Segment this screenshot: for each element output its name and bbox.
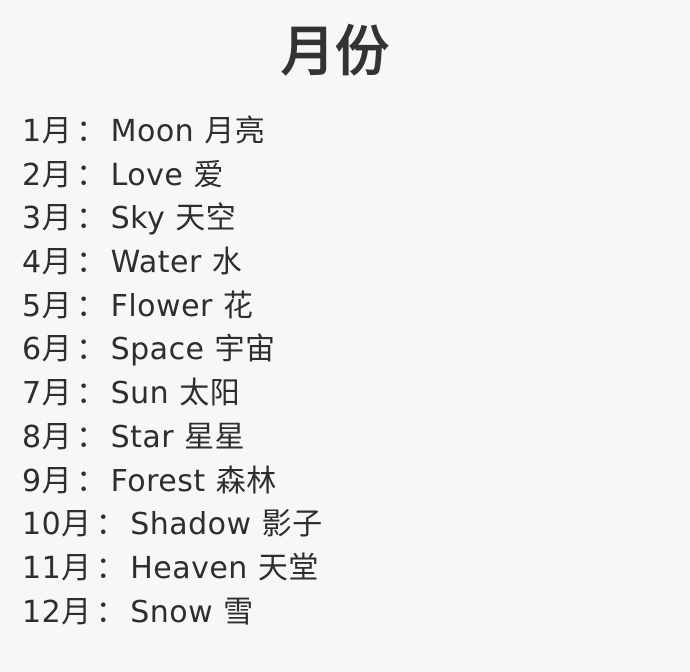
list-item: 10月： Shadow 影子 <box>22 503 323 547</box>
month-label: 1月 <box>22 114 73 149</box>
separator: ： <box>76 114 107 149</box>
month-word: Sun 太阳 <box>110 376 241 412</box>
separator: ： <box>76 463 107 499</box>
document-page: 月份 1月： Moon 月亮 2月： Love 爱 3月： Sky 天空 4月： Wat… <box>0 0 690 672</box>
month-label: 7月 <box>22 376 73 412</box>
separator: ： <box>76 201 107 237</box>
month-label: 3月 <box>22 201 73 237</box>
month-label: 10月 <box>22 507 92 543</box>
month-word: Heaven 天堂 <box>130 550 319 586</box>
month-word: Flower 花 <box>110 288 254 324</box>
list-item: 6月： Space 宇宙 <box>22 328 323 372</box>
list-item: 11月： Heaven 天堂 <box>22 547 323 591</box>
month-label: 8月 <box>22 419 73 455</box>
separator: ： <box>95 507 127 543</box>
separator: ： <box>76 332 107 368</box>
month-label: 9月 <box>22 463 73 499</box>
month-label: 12月 <box>22 594 92 630</box>
month-word: Star 星星 <box>110 419 246 455</box>
separator: ： <box>95 550 127 586</box>
month-word: Moon 月亮 <box>110 114 266 149</box>
list-item: 2月： Love 爱 <box>22 154 323 198</box>
separator: ： <box>76 376 107 412</box>
month-label: 5月 <box>22 288 73 324</box>
list-item: 12月： Snow 雪 <box>22 591 323 635</box>
list-item: 1月： Moon 月亮 <box>22 110 323 154</box>
separator: ： <box>95 594 127 630</box>
list-item: 8月： Star 星星 <box>22 416 323 460</box>
separator: ： <box>76 245 107 281</box>
list-item: 3月： Sky 天空 <box>22 197 323 241</box>
month-word: Water 水 <box>110 245 243 281</box>
month-word: Love 爱 <box>110 157 224 193</box>
month-label: 4月 <box>22 245 73 281</box>
month-label: 6月 <box>22 332 73 368</box>
page-title: 月份 <box>281 20 389 83</box>
list-item: 7月： Sun 太阳 <box>22 372 323 416</box>
month-word: Forest 森林 <box>110 463 277 499</box>
separator: ： <box>76 288 107 324</box>
list-item: 4月： Water 水 <box>22 241 323 285</box>
separator: ： <box>76 157 107 193</box>
list-item: 9月： Forest 森林 <box>22 460 323 504</box>
separator: ： <box>76 419 107 455</box>
list-item: 5月： Flower 花 <box>22 285 323 329</box>
month-list: 1月： Moon 月亮 2月： Love 爱 3月： Sky 天空 4月： Water … <box>22 110 323 634</box>
month-label: 2月 <box>22 157 73 193</box>
month-word: Space 宇宙 <box>110 332 276 368</box>
month-word: Shadow 影子 <box>130 507 323 543</box>
month-word: Snow 雪 <box>130 594 254 630</box>
month-word: Sky 天空 <box>110 201 237 237</box>
month-label: 11月 <box>22 550 92 586</box>
